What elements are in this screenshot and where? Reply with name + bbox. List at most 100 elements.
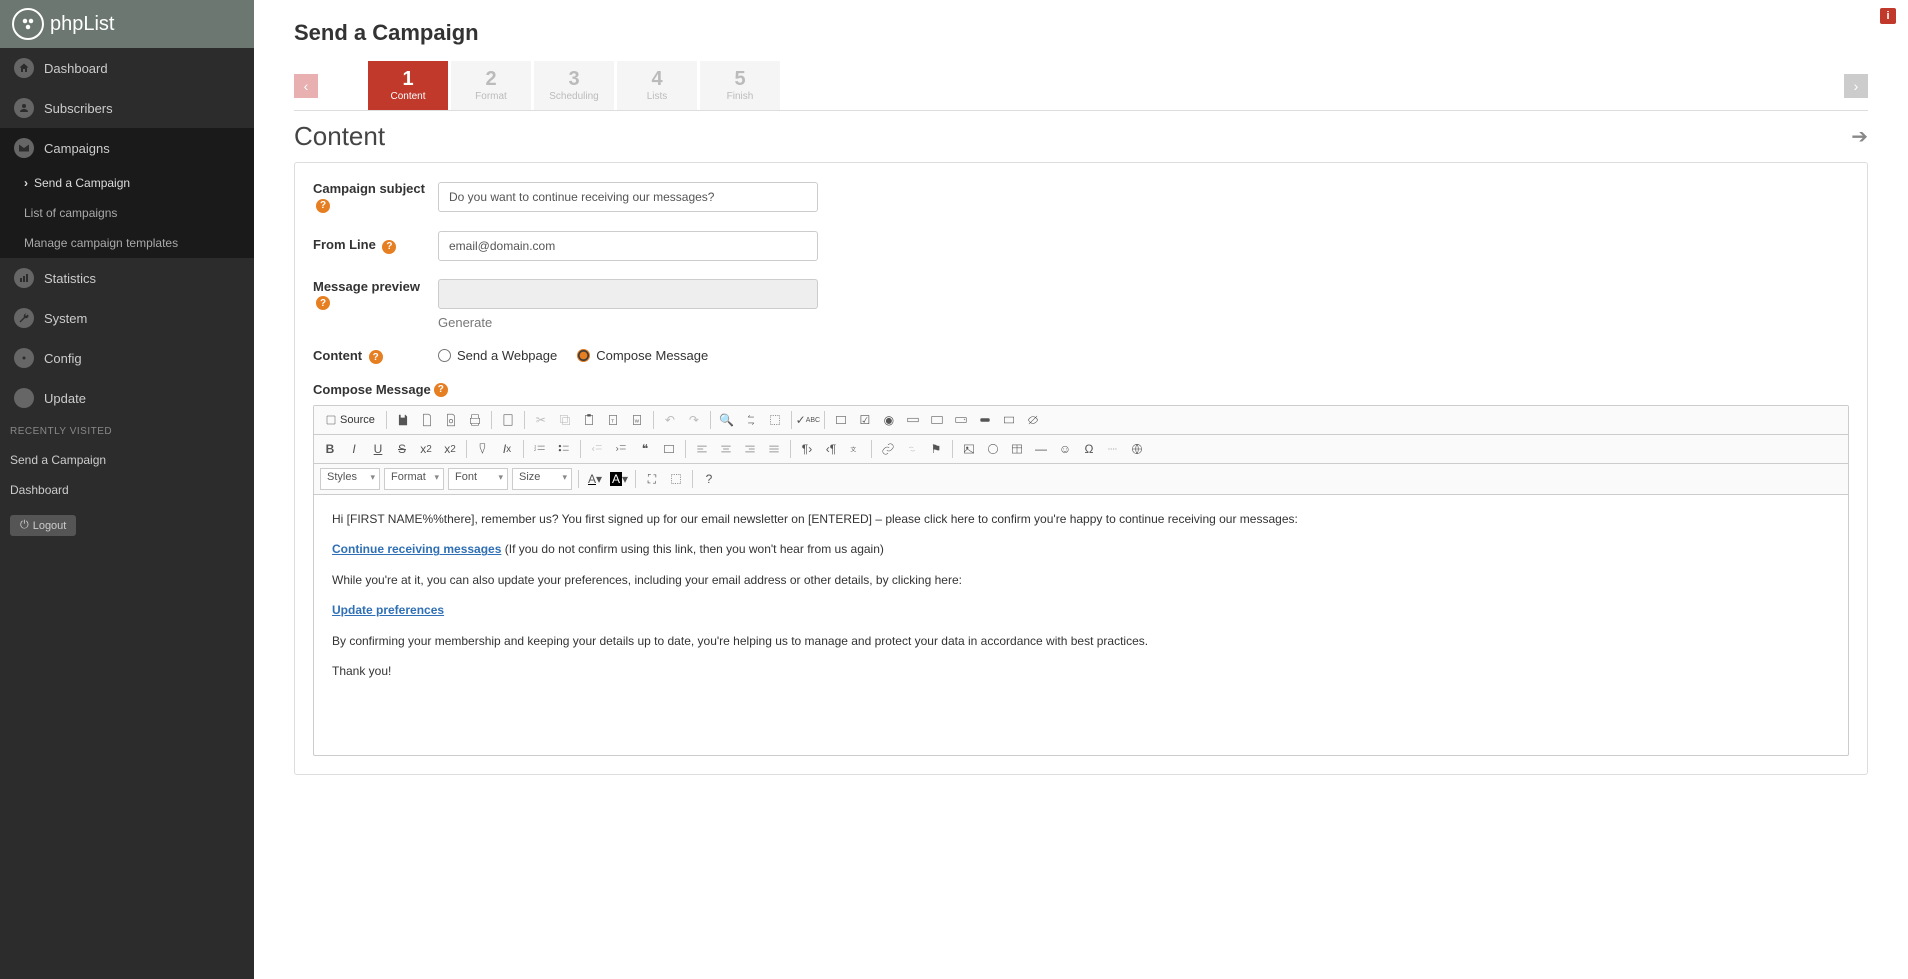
blockquote-icon[interactable]: ❝ [635, 439, 655, 459]
about-icon[interactable]: ? [699, 469, 719, 489]
superscript-icon[interactable]: x2 [440, 439, 460, 459]
textfield-icon[interactable] [903, 410, 923, 430]
nav-statistics[interactable]: Statistics [0, 258, 254, 298]
copy-format-icon[interactable] [473, 439, 493, 459]
step-5-finish[interactable]: 5 Finish [700, 61, 780, 110]
logout-button[interactable]: ⏻ Logout [10, 515, 76, 536]
select-icon[interactable] [951, 410, 971, 430]
underline-icon[interactable]: U [368, 439, 388, 459]
hidden-field-icon[interactable] [1023, 410, 1043, 430]
generate-link[interactable]: Generate [438, 315, 818, 330]
templates-icon[interactable] [498, 410, 518, 430]
help-icon[interactable]: ? [382, 240, 396, 254]
page-break-icon[interactable] [1103, 439, 1123, 459]
help-icon[interactable]: ? [316, 296, 330, 310]
ltr-icon[interactable]: ¶› [797, 439, 817, 459]
remove-format-icon[interactable]: Ix [497, 439, 517, 459]
source-button[interactable]: Source [320, 412, 380, 428]
help-icon[interactable]: ? [316, 199, 330, 213]
text-color-icon[interactable]: A▾ [585, 469, 605, 489]
nav-update[interactable]: Update [0, 378, 254, 418]
button-icon[interactable] [975, 410, 995, 430]
bullet-list-icon[interactable] [554, 439, 574, 459]
rtl-icon[interactable]: ‹¶ [821, 439, 841, 459]
section-next-arrow[interactable]: ➔ [1851, 124, 1868, 149]
show-blocks-icon[interactable] [666, 469, 686, 489]
replace-icon[interactable] [741, 410, 761, 430]
help-icon[interactable]: ? [434, 383, 448, 397]
maximize-icon[interactable]: ⛶ [642, 469, 662, 489]
div-icon[interactable] [659, 439, 679, 459]
redo-icon[interactable]: ↷ [684, 410, 704, 430]
step-4-lists[interactable]: 4 Lists [617, 61, 697, 110]
special-char-icon[interactable]: Ω [1079, 439, 1099, 459]
image-icon[interactable] [959, 439, 979, 459]
recent-dashboard[interactable]: Dashboard [0, 475, 254, 505]
hr-icon[interactable]: — [1031, 439, 1051, 459]
nav-dashboard[interactable]: Dashboard [0, 48, 254, 88]
find-icon[interactable]: 🔍 [717, 410, 737, 430]
help-icon[interactable]: ? [369, 350, 383, 364]
link-icon[interactable] [878, 439, 898, 459]
step-3-scheduling[interactable]: 3 Scheduling [534, 61, 614, 110]
numbered-list-icon[interactable]: 12 [530, 439, 550, 459]
align-right-icon[interactable] [740, 439, 760, 459]
recent-send-campaign[interactable]: Send a Campaign [0, 445, 254, 475]
update-prefs-link[interactable]: Update preferences [332, 603, 444, 617]
editor-content[interactable]: Hi [FIRST NAME%%there], remember us? You… [314, 495, 1848, 755]
spellcheck-icon[interactable]: ✓ABC [798, 410, 818, 430]
iframe-icon[interactable] [1127, 439, 1147, 459]
subnav-list-campaigns[interactable]: List of campaigns [0, 198, 254, 228]
from-input[interactable] [438, 231, 818, 261]
preview-icon[interactable] [441, 410, 461, 430]
outdent-icon[interactable] [587, 439, 607, 459]
print-icon[interactable] [465, 410, 485, 430]
format-select[interactable]: Format [384, 468, 444, 490]
radio-icon[interactable]: ◉ [879, 410, 899, 430]
new-page-icon[interactable] [417, 410, 437, 430]
flash-icon[interactable] [983, 439, 1003, 459]
form-icon[interactable] [831, 410, 851, 430]
size-select[interactable]: Size [512, 468, 572, 490]
select-all-icon[interactable] [765, 410, 785, 430]
font-select[interactable]: Font [448, 468, 508, 490]
checkbox-icon[interactable]: ☑ [855, 410, 875, 430]
undo-icon[interactable]: ↶ [660, 410, 680, 430]
indent-icon[interactable] [611, 439, 631, 459]
info-badge[interactable]: i [1880, 8, 1896, 24]
unlink-icon[interactable] [902, 439, 922, 459]
nav-system[interactable]: System [0, 298, 254, 338]
nav-campaigns[interactable]: Campaigns [0, 128, 254, 168]
subnav-send-campaign[interactable]: Send a Campaign [0, 168, 254, 198]
step-prev-button[interactable]: ‹ [294, 74, 318, 98]
radio-send-webpage[interactable]: Send a Webpage [438, 348, 557, 363]
copy-icon[interactable] [555, 410, 575, 430]
align-justify-icon[interactable] [764, 439, 784, 459]
smiley-icon[interactable]: ☺ [1055, 439, 1075, 459]
radio-compose-message[interactable]: Compose Message [577, 348, 708, 363]
subject-input[interactable] [438, 182, 818, 212]
logo[interactable]: phpList [0, 0, 254, 48]
nav-subscribers[interactable]: Subscribers [0, 88, 254, 128]
save-icon[interactable] [393, 410, 413, 430]
paste-text-icon[interactable]: T [603, 410, 623, 430]
cut-icon[interactable]: ✂ [531, 410, 551, 430]
step-next-button[interactable]: › [1844, 74, 1868, 98]
image-button-icon[interactable] [999, 410, 1019, 430]
continue-link[interactable]: Continue receiving messages [332, 542, 501, 556]
subscript-icon[interactable]: x2 [416, 439, 436, 459]
align-left-icon[interactable] [692, 439, 712, 459]
step-1-content[interactable]: 1 Content [368, 61, 448, 110]
nav-config[interactable]: Config [0, 338, 254, 378]
language-icon[interactable]: 文 [845, 439, 865, 459]
textarea-icon[interactable] [927, 410, 947, 430]
step-2-format[interactable]: 2 Format [451, 61, 531, 110]
anchor-icon[interactable]: ⚑ [926, 439, 946, 459]
styles-select[interactable]: Styles [320, 468, 380, 490]
bg-color-icon[interactable]: A▾ [609, 469, 629, 489]
bold-icon[interactable]: B [320, 439, 340, 459]
subnav-manage-templates[interactable]: Manage campaign templates [0, 228, 254, 258]
table-icon[interactable] [1007, 439, 1027, 459]
paste-icon[interactable] [579, 410, 599, 430]
align-center-icon[interactable] [716, 439, 736, 459]
